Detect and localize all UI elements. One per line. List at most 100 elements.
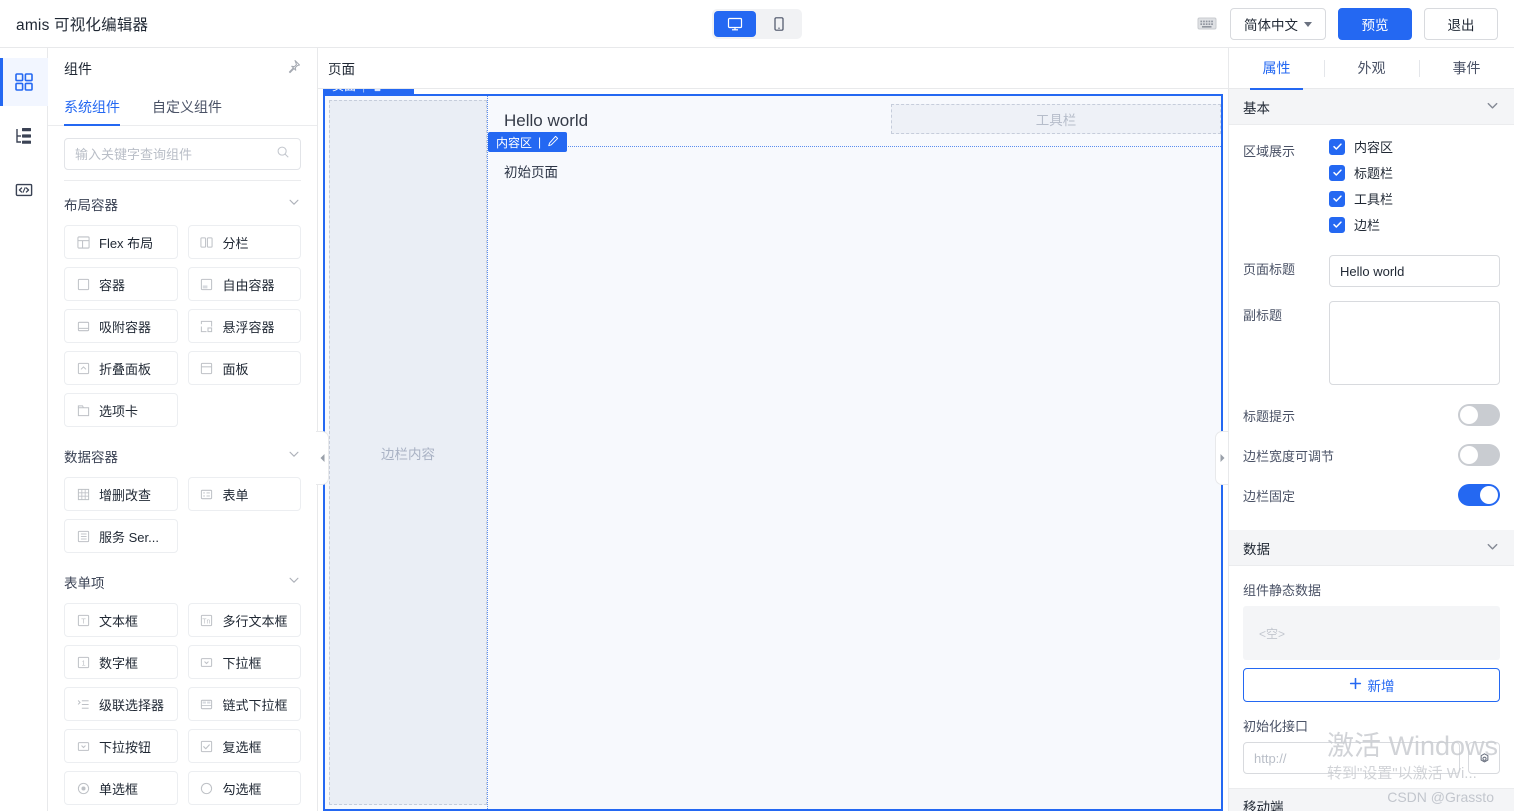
group-header-layout[interactable]: 布局容器 bbox=[64, 187, 301, 221]
page-toolbar-region[interactable]: 工具栏 bbox=[891, 104, 1221, 134]
tab-properties[interactable]: 属性 bbox=[1229, 48, 1324, 90]
component-item[interactable]: 复选框 bbox=[187, 729, 301, 763]
group-header-form-items[interactable]: 表单项 bbox=[64, 565, 301, 599]
more-dots-icon[interactable]: ··· bbox=[390, 89, 406, 93]
component-item[interactable]: 容器 bbox=[64, 267, 178, 301]
component-panel-title: 组件 bbox=[64, 61, 92, 77]
component-item[interactable]: 服务 Ser... bbox=[64, 519, 178, 553]
exit-button[interactable]: 退出 bbox=[1424, 7, 1498, 40]
field-subtitle: 副标题 bbox=[1243, 301, 1500, 390]
checkbox-row[interactable]: 标题栏 bbox=[1329, 163, 1500, 182]
component-item[interactable]: 下拉框 bbox=[187, 645, 301, 679]
init-api-settings-button[interactable] bbox=[1468, 742, 1500, 774]
component-item[interactable]: 1 数字框 bbox=[64, 645, 178, 679]
sidebar-fixed-toggle[interactable] bbox=[1458, 484, 1500, 506]
group-title: 布局容器 bbox=[64, 198, 118, 213]
selected-node-badge[interactable]: 页面 | ··· bbox=[323, 89, 415, 96]
component-item[interactable]: 折叠面板 bbox=[64, 351, 178, 385]
text-input-icon: T bbox=[75, 614, 91, 627]
rail-item-outline[interactable] bbox=[0, 112, 48, 160]
component-item-label: 单选框 bbox=[99, 781, 139, 797]
page-title-input[interactable] bbox=[1329, 255, 1500, 287]
component-item[interactable]: T 文本框 bbox=[64, 603, 178, 637]
preview-button[interactable]: 预览 bbox=[1338, 7, 1412, 40]
pin-icon[interactable] bbox=[286, 59, 301, 79]
keyboard-icon[interactable] bbox=[1196, 16, 1218, 32]
monitor-icon bbox=[727, 17, 743, 30]
page-titlebar-region[interactable]: Hello world 工具栏 bbox=[488, 96, 1221, 146]
section-header-basic[interactable]: 基本 bbox=[1229, 89, 1514, 125]
component-item[interactable]: 增删改查 bbox=[64, 477, 178, 511]
component-item-label: 复选框 bbox=[222, 739, 262, 755]
component-item[interactable]: 面板 bbox=[187, 351, 301, 385]
group-header-data[interactable]: 数据容器 bbox=[64, 439, 301, 473]
section-header-data[interactable]: 数据 bbox=[1229, 530, 1514, 566]
edit-icon[interactable] bbox=[547, 135, 559, 150]
property-panel-body[interactable]: 基本 区域展示 内容区 标题栏 工具栏 边栏 页面标题 Hello world … bbox=[1229, 89, 1514, 811]
init-api-input[interactable] bbox=[1243, 742, 1460, 774]
app-title: amis 可视化编辑器 bbox=[16, 16, 149, 34]
view-mode-toggle bbox=[712, 8, 802, 39]
subtitle-textarea[interactable] bbox=[1329, 301, 1500, 385]
left-panel-collapse-handle[interactable] bbox=[316, 431, 329, 485]
tab-appearance[interactable]: 外观 bbox=[1324, 48, 1419, 89]
checkbox-row[interactable]: 边栏 bbox=[1329, 215, 1500, 234]
desktop-view-button[interactable] bbox=[714, 10, 756, 37]
page-canvas[interactable]: 页面 | ··· 边栏内容 bbox=[323, 89, 1223, 811]
rail-item-components[interactable] bbox=[0, 58, 48, 106]
node-badge-label: 页面 bbox=[332, 89, 356, 94]
component-item[interactable]: 单选框 bbox=[64, 771, 178, 805]
content-region-badge[interactable]: 内容区 | bbox=[488, 132, 568, 152]
tab-events[interactable]: 事件 bbox=[1419, 48, 1514, 89]
component-item[interactable]: 自由容器 bbox=[187, 267, 301, 301]
section-body-data: 组件静态数据 <空> 新增 初始化接口 bbox=[1229, 566, 1514, 780]
chevron-down-icon bbox=[1485, 539, 1500, 557]
section-title: 基本 bbox=[1243, 100, 1270, 116]
checkbox-sidebar[interactable] bbox=[1329, 216, 1345, 233]
mobile-view-button[interactable] bbox=[758, 11, 800, 37]
page-sidebar-region[interactable]: 边栏内容 bbox=[329, 100, 487, 805]
checkbox-content-area[interactable] bbox=[1329, 138, 1345, 155]
component-item-label: 下拉按钮 bbox=[99, 739, 152, 755]
chained-select-icon bbox=[199, 698, 215, 711]
field-label: 边栏固定 bbox=[1243, 488, 1296, 504]
right-panel-collapse-handle[interactable] bbox=[1215, 431, 1228, 485]
language-select[interactable]: 简体中文 bbox=[1230, 7, 1326, 40]
rail-item-code[interactable] bbox=[0, 166, 48, 214]
add-static-data-button[interactable]: 新增 bbox=[1243, 668, 1500, 702]
component-item[interactable]: 选项卡 bbox=[64, 393, 178, 427]
checkbox-row[interactable]: 工具栏 bbox=[1329, 189, 1500, 208]
component-item[interactable]: 下拉按钮 bbox=[64, 729, 178, 763]
component-item[interactable]: 勾选框 bbox=[187, 771, 301, 805]
tab-custom-components[interactable]: 自定义组件 bbox=[152, 97, 222, 125]
field-sidebar-resizable: 边栏宽度可调节 bbox=[1243, 444, 1500, 466]
app-root: amis 可视化编辑器 简体中文 预览 退出 组件 系统组件 自定义组件 输入关… bbox=[0, 0, 1514, 811]
checkbox-title-bar[interactable] bbox=[1329, 164, 1345, 181]
component-item[interactable]: 表单 bbox=[187, 477, 301, 511]
drag-icon[interactable] bbox=[371, 89, 384, 92]
checkbox-row[interactable]: 内容区 bbox=[1329, 137, 1500, 156]
component-item[interactable]: 分栏 bbox=[187, 225, 301, 259]
component-search[interactable] bbox=[64, 138, 301, 170]
component-item[interactable]: 链式下拉框 bbox=[187, 687, 301, 721]
component-item[interactable]: 级联选择器 bbox=[64, 687, 178, 721]
tab-system-components[interactable]: 系统组件 bbox=[64, 97, 120, 126]
component-item-label: 下拉框 bbox=[222, 655, 262, 671]
search-input[interactable] bbox=[75, 146, 276, 162]
number-input-icon: 1 bbox=[75, 656, 91, 669]
code-icon bbox=[15, 183, 32, 197]
field-sidebar-fixed: 边栏固定 bbox=[1243, 484, 1500, 506]
component-list[interactable]: 布局容器 Flex 布局 分栏 容器 自由容器 吸附容器 悬浮容器 折叠面板 面… bbox=[48, 180, 317, 811]
title-tip-toggle[interactable] bbox=[1458, 404, 1500, 426]
checkbox-toolbar[interactable] bbox=[1329, 190, 1345, 207]
section-header-mobile[interactable]: 移动端 bbox=[1229, 788, 1514, 811]
page-content-region[interactable]: 内容区 | 初始页面 bbox=[488, 132, 1221, 809]
component-item[interactable]: 悬浮容器 bbox=[187, 309, 301, 343]
breadcrumb-label: 页面 bbox=[328, 62, 355, 77]
component-item-label: 服务 Ser... bbox=[99, 529, 159, 545]
component-item[interactable]: 吸附容器 bbox=[64, 309, 178, 343]
sidebar-resizable-toggle[interactable] bbox=[1458, 444, 1500, 466]
group-items-data: 增删改查 表单 服务 Ser... bbox=[64, 477, 301, 553]
component-item[interactable]: Flex 布局 bbox=[64, 225, 178, 259]
component-item[interactable]: Tn 多行文本框 bbox=[187, 603, 301, 637]
